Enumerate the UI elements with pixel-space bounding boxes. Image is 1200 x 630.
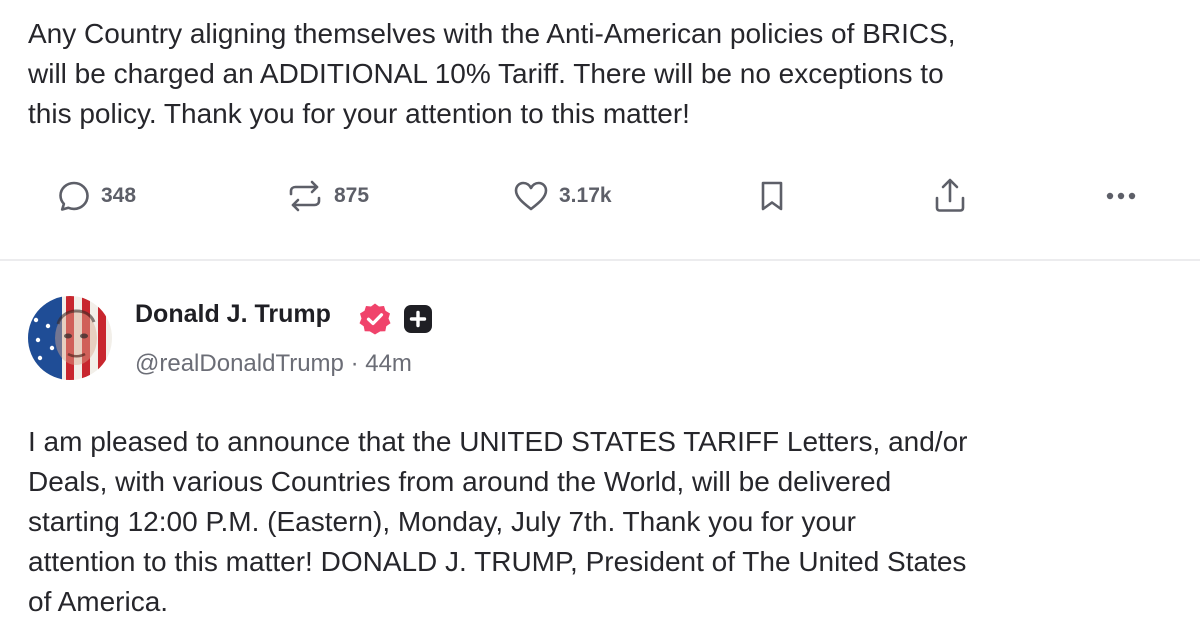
repost-arrows-icon — [289, 180, 321, 212]
post-actions-bar: 348 875 3.17k — [0, 172, 1200, 220]
share-upload-icon — [935, 178, 965, 212]
author-handle[interactable]: @realDonaldTrump — [135, 350, 344, 377]
more-dots-icon — [1106, 192, 1136, 200]
comment-bubble-icon — [59, 181, 89, 211]
author-name[interactable]: Donald J. Trump — [135, 300, 331, 329]
share-button[interactable] — [932, 172, 968, 220]
post-author-header: Donald J. Trump @realDonaldTrump · 44m — [28, 296, 728, 386]
post-timestamp[interactable]: 44m — [365, 350, 412, 377]
post-text: I am pleased to announce that the UNITED… — [28, 426, 968, 617]
bookmark-icon — [761, 181, 783, 211]
handle-separator: · — [350, 350, 359, 377]
more-options-button[interactable] — [1103, 172, 1143, 220]
like-button[interactable]: 3.17k — [512, 172, 612, 220]
reply-count: 348 — [101, 184, 137, 207]
repost-button[interactable]: 875 — [285, 172, 369, 220]
verified-badge-icon — [359, 303, 391, 335]
bookmark-button[interactable] — [756, 172, 788, 220]
previous-post-text: Any Country aligning themselves with the… — [28, 18, 956, 129]
repost-count: 875 — [334, 184, 370, 207]
like-count: 3.17k — [559, 184, 612, 207]
post-divider — [0, 259, 1200, 261]
heart-icon — [514, 181, 548, 211]
plus-badge-icon — [404, 305, 432, 333]
avatar[interactable] — [28, 296, 112, 380]
handle-line: @realDonaldTrump · 44m — [135, 350, 412, 378]
reply-button[interactable]: 348 — [56, 172, 136, 220]
